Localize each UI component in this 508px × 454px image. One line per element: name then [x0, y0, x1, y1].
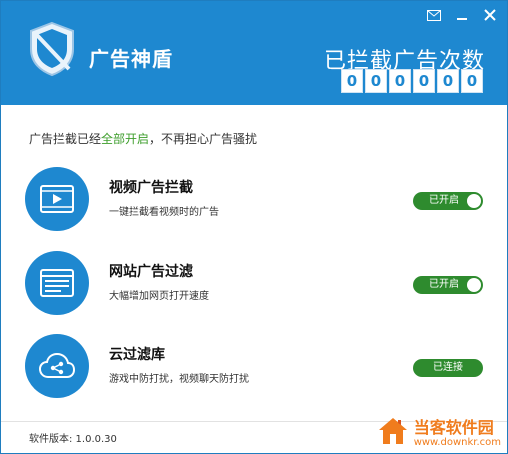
feature-description: 游戏中防打扰，视频聊天防打扰 — [109, 374, 249, 385]
count-digit: 0 — [413, 69, 435, 93]
cloud-share-icon — [25, 334, 89, 398]
count-digit: 0 — [341, 69, 363, 93]
website-ad-filter-toggle[interactable]: 已开启 — [413, 276, 483, 294]
header: 广告神盾 已拦截广告次数 0 0 0 0 0 0 — [1, 1, 507, 105]
status-suffix: ，不再担心广告骚扰 — [149, 132, 258, 146]
status-highlight: 全部开启 — [101, 132, 150, 146]
mail-icon[interactable] — [425, 7, 443, 23]
cloud-connected-button[interactable]: 已连接 — [413, 359, 483, 377]
status-prefix: 广告拦截已经 — [29, 132, 102, 146]
watermark-text: 当客软件园 www.downkr.com — [413, 417, 501, 448]
house-logo-icon — [378, 417, 408, 449]
video-icon — [25, 167, 89, 231]
app-window: 广告神盾 已拦截广告次数 0 0 0 0 0 0 广告拦截已经全部开启，不再担心… — [0, 0, 508, 454]
toggle-label: 已开启 — [429, 195, 459, 206]
browser-icon — [25, 251, 89, 315]
close-icon[interactable] — [481, 7, 499, 23]
minimize-icon[interactable] — [453, 7, 471, 23]
feature-title: 视频广告拦截 — [109, 180, 193, 196]
app-title: 广告神盾 — [89, 47, 173, 71]
watermark: 当客软件园 www.downkr.com — [378, 417, 501, 449]
count-digit: 0 — [461, 69, 483, 93]
watermark-name: 当客软件园 — [413, 417, 494, 437]
toggle-label: 已开启 — [429, 279, 459, 290]
feature-website-ad-filter: 网站广告过滤 大幅增加网页打开速度 已开启 — [25, 251, 485, 315]
window-controls — [425, 7, 499, 23]
software-version: 软件版本: 1.0.0.30 — [29, 434, 117, 445]
shield-logo-icon — [27, 21, 77, 77]
feature-description: 一键拦截看视频时的广告 — [109, 207, 219, 218]
blocked-count-digits: 0 0 0 0 0 0 — [341, 69, 483, 93]
feature-cloud-filter: 云过滤库 游戏中防打扰，视频聊天防打扰 已连接 — [25, 334, 485, 398]
video-ad-block-toggle[interactable]: 已开启 — [413, 192, 483, 210]
watermark-url: www.downkr.com — [413, 436, 501, 448]
feature-title: 网站广告过滤 — [109, 264, 193, 280]
feature-title: 云过滤库 — [109, 347, 165, 363]
count-digit: 0 — [365, 69, 387, 93]
status-message: 广告拦截已经全部开启，不再担心广告骚扰 — [29, 130, 257, 147]
count-digit: 0 — [437, 69, 459, 93]
feature-video-ad-block: 视频广告拦截 一键拦截看视频时的广告 已开启 — [25, 167, 485, 231]
toggle-knob — [467, 194, 481, 208]
toggle-knob — [467, 278, 481, 292]
count-digit: 0 — [389, 69, 411, 93]
feature-description: 大幅增加网页打开速度 — [109, 291, 209, 302]
